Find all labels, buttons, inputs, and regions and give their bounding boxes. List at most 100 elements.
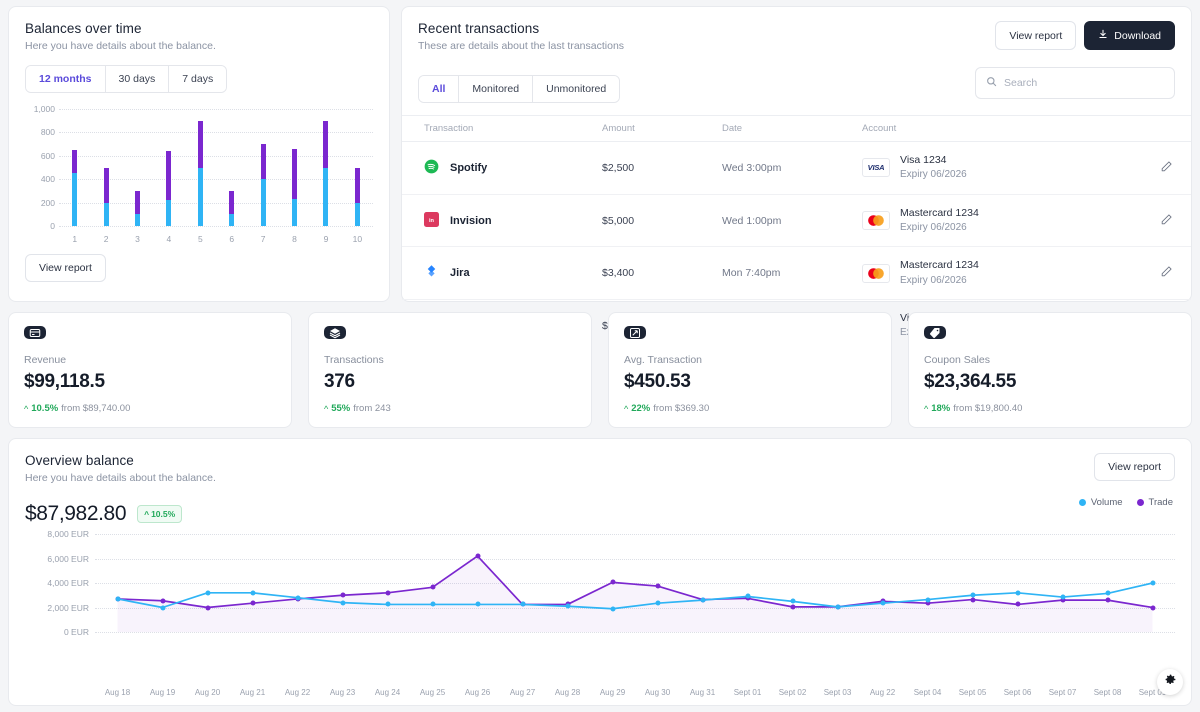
visa-logo-icon: VISA (862, 158, 890, 177)
stat-value: $450.53 (624, 371, 876, 393)
dashboard-page: Balances over time Here you have details… (0, 0, 1200, 712)
stat-value: $23,364.55 (924, 371, 1176, 393)
transactions-view-report-button[interactable]: View report (995, 21, 1076, 50)
bar-segment-trade (355, 168, 360, 203)
filter-tab-1[interactable]: Monitored (459, 76, 533, 102)
search-input[interactable] (1004, 77, 1164, 89)
balances-title: Balances over time (25, 21, 373, 36)
stat-label: Coupon Sales (924, 354, 1176, 366)
data-point-trade (1105, 598, 1110, 603)
range-option-1[interactable]: 30 days (106, 66, 170, 92)
line-x-tick: Aug 31 (680, 688, 725, 697)
bar-x-tick: 10 (342, 234, 373, 244)
table-row[interactable]: Jira$3,400Mon 7:40pmMastercard 1234Expir… (402, 247, 1191, 300)
stat-delta-suffix: from $369.30 (653, 403, 709, 414)
data-point-trade (205, 605, 210, 610)
balances-over-time-card: Balances over time Here you have details… (8, 6, 390, 302)
stat-card-transactions: Transactions376^55%from 243 (308, 312, 592, 428)
data-point-volume (520, 602, 525, 607)
bar-segment-volume (229, 214, 234, 226)
download-icon (1098, 29, 1108, 42)
stat-label: Revenue (24, 354, 276, 366)
overview-balance-card: Overview balance Here you have details a… (8, 438, 1192, 706)
data-point-volume (1015, 590, 1020, 595)
line-x-tick: Aug 21 (230, 688, 275, 697)
data-point-trade (1150, 605, 1155, 610)
data-point-trade (160, 598, 165, 603)
data-point-volume (610, 606, 615, 611)
bar-x-tick: 4 (153, 234, 184, 244)
jira-icon (424, 264, 439, 282)
settings-fab-button[interactable] (1157, 669, 1183, 695)
legend-label: Trade (1149, 497, 1173, 508)
overview-amount: $87,982.80 (25, 502, 126, 526)
data-point-volume (835, 604, 840, 609)
bar-segment-volume (261, 179, 266, 226)
account-expiry: Expiry 06/2026 (900, 274, 979, 289)
bar-x-tick: 8 (279, 234, 310, 244)
table-row[interactable]: Spotify$2,500Wed 3:00pmVISAVisa 1234Expi… (402, 142, 1191, 195)
balances-range-selector[interactable]: 12 months30 days7 days (25, 65, 227, 93)
bar-x-tick: 6 (216, 234, 247, 244)
grid-line (59, 226, 373, 227)
line-x-tick: Aug 28 (545, 688, 590, 697)
data-point-volume (340, 600, 345, 605)
transactions-filter-tabs[interactable]: AllMonitoredUnmonitored (418, 75, 620, 103)
bar-segment-volume (166, 200, 171, 226)
filter-tab-0[interactable]: All (419, 76, 459, 102)
line-x-tick: Aug 22 (860, 688, 905, 697)
download-label: Download (1114, 30, 1161, 42)
edit-icon[interactable] (1160, 269, 1173, 281)
transactions-download-button[interactable]: Download (1084, 21, 1175, 50)
line-y-tick: 0 EUR (64, 627, 89, 637)
data-point-volume (250, 590, 255, 595)
bar-segment-trade (198, 121, 203, 168)
stat-card-revenue: Revenue$99,118.5^10.5%from $89,740.00 (8, 312, 292, 428)
data-point-volume (430, 602, 435, 607)
filter-tab-2[interactable]: Unmonitored (533, 76, 619, 102)
line-x-tick: Aug 20 (185, 688, 230, 697)
line-x-tick: Sept 03 (815, 688, 860, 697)
bar-x-tick: 1 (59, 234, 90, 244)
grid-line (95, 632, 1175, 633)
caret-up-icon: ^ (24, 404, 28, 414)
caret-up-icon: ^ (624, 404, 628, 414)
edit-icon[interactable] (1160, 217, 1173, 229)
range-option-2[interactable]: 7 days (169, 66, 226, 92)
data-point-volume (1060, 595, 1065, 600)
line-x-tick: Aug 25 (410, 688, 455, 697)
transaction-amount: $2,500 (602, 162, 634, 174)
bar-y-tick: 200 (41, 198, 55, 208)
transactions-table-header: Transaction Amount Date Account (402, 116, 1191, 142)
data-point-volume (565, 604, 570, 609)
bar-column (59, 109, 90, 226)
top-row: Balances over time Here you have details… (8, 6, 1192, 302)
mastercard-logo-icon (862, 211, 890, 230)
range-option-0[interactable]: 12 months (26, 66, 106, 92)
account-expiry: Expiry 06/2026 (900, 221, 979, 236)
bar-segment-trade (135, 191, 140, 214)
table-row[interactable]: inInvision$5,000Wed 1:00pmMastercard 123… (402, 194, 1191, 247)
edit-icon[interactable] (1160, 164, 1173, 176)
legend-item-trade: Trade (1137, 497, 1173, 508)
transactions-search[interactable] (975, 67, 1175, 99)
stat-label: Transactions (324, 354, 576, 366)
invision-icon: in (424, 212, 439, 230)
line-x-tick: Sept 05 (950, 688, 995, 697)
transactions-actions: View report Download (995, 21, 1175, 50)
transactions-title: Recent transactions (418, 21, 624, 36)
stat-delta-suffix: from $19,800.40 (953, 403, 1022, 414)
line-x-tick: Sept 04 (905, 688, 950, 697)
balances-subtitle: Here you have details about the balance. (25, 40, 373, 52)
bar-column (279, 109, 310, 226)
bar-segment-volume (104, 203, 109, 226)
data-point-trade (250, 601, 255, 606)
bar-column (185, 109, 216, 226)
balances-view-report-button[interactable]: View report (25, 254, 106, 282)
line-y-tick: 6,000 EUR (47, 554, 89, 564)
stat-delta-value: 18% (931, 403, 950, 414)
line-x-tick: Aug 26 (455, 688, 500, 697)
data-point-trade (655, 584, 660, 589)
transactions-header: Recent transactions These are details ab… (402, 7, 1191, 52)
overview-view-report-button[interactable]: View report (1094, 453, 1175, 481)
